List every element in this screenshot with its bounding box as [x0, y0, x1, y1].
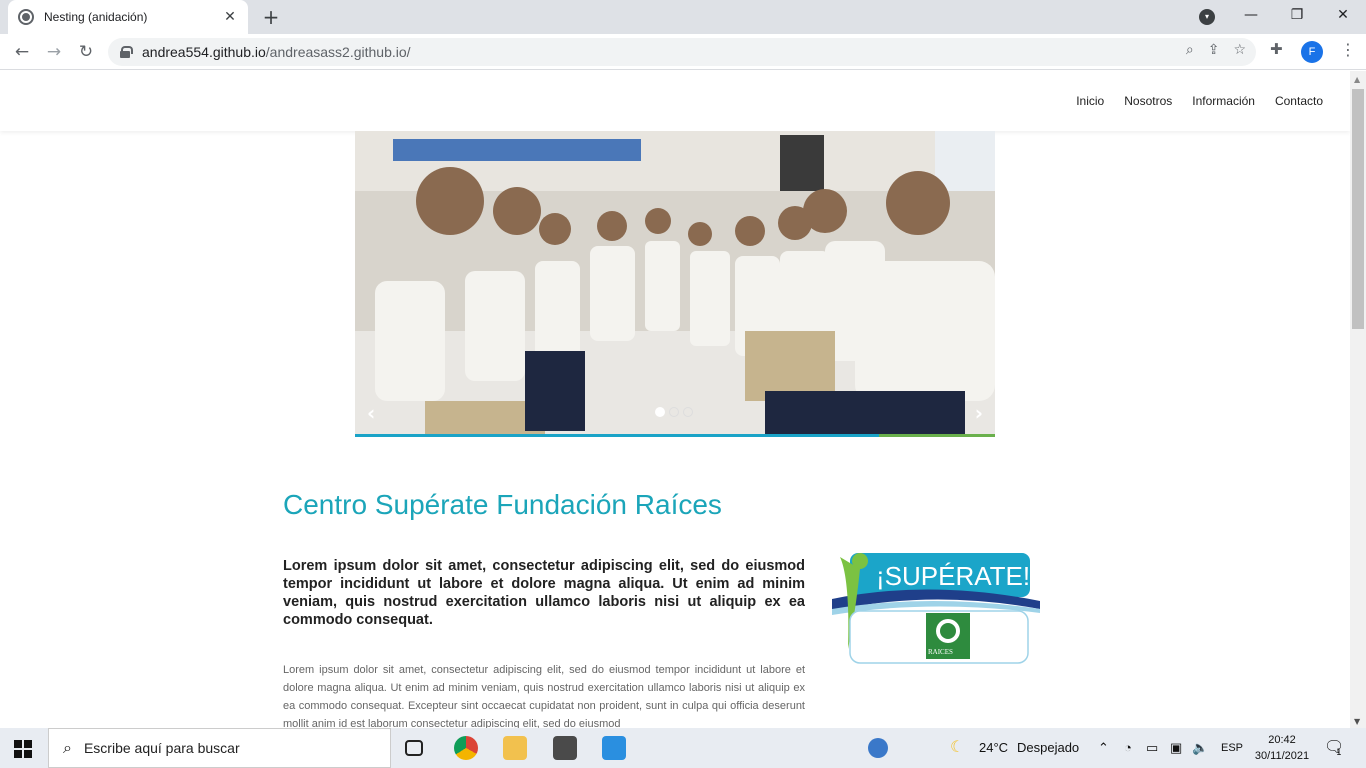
site-navbar: Inicio Nosotros Información Contacto [0, 71, 1350, 131]
meet-icon[interactable]: ▣ [1170, 728, 1182, 768]
vscode-icon[interactable] [602, 736, 626, 760]
weather-temp[interactable]: 24°C [979, 728, 1008, 768]
browser-menu-icon[interactable]: ⋮ [1340, 40, 1356, 59]
body-paragraph: Lorem ipsum dolor sit amet, consectetur … [283, 664, 805, 728]
sublime-text-icon[interactable] [553, 736, 577, 760]
tab-title: Nesting (anidación) [44, 10, 148, 24]
carousel-next-button[interactable]: › [975, 401, 983, 425]
chrome-icon[interactable] [454, 736, 478, 760]
search-icon: ⌕ [63, 738, 72, 757]
moon-weather-icon[interactable]: ☾ [950, 728, 964, 768]
address-bar[interactable]: andrea554.github.io/andreasass2.github.i… [108, 38, 1256, 66]
url-host: andrea554.github.io [142, 44, 266, 60]
browser-tab-strip: Nesting (anidación) ✕ + ▾ — ❐ ✕ [0, 0, 1366, 34]
globe-icon [18, 9, 34, 25]
forward-icon[interactable]: → [42, 40, 66, 64]
network-icon[interactable]: ◔ [1124, 728, 1132, 768]
extensions-puzzle-icon[interactable]: ✚ [1270, 40, 1283, 58]
page-scrollbar[interactable]: ▲ ▼ [1350, 71, 1366, 728]
tray-chevron-icon[interactable]: ⌃ [1098, 728, 1109, 768]
logo-raices: RAICES [928, 648, 953, 656]
volume-icon[interactable]: 🔈 [1192, 728, 1208, 768]
students-photo [355, 131, 995, 437]
page-viewport: Inicio Nosotros Información Contacto ‹ ›… [0, 71, 1350, 728]
close-window-button[interactable]: ✕ [1320, 0, 1366, 30]
tab-close-icon[interactable]: ✕ [222, 9, 238, 25]
page-title: Centro Supérate Fundación Raíces [283, 489, 722, 520]
nav-nosotros[interactable]: Nosotros [1124, 94, 1172, 108]
battery-icon[interactable]: ▭ [1146, 728, 1158, 768]
new-tab-button[interactable]: + [258, 4, 284, 30]
nav-contacto[interactable]: Contacto [1275, 94, 1323, 108]
taskbar-search-box[interactable]: ⌕ Escribe aquí para buscar [48, 728, 391, 768]
language-indicator[interactable]: ESP [1221, 728, 1243, 768]
weather-desc[interactable]: Despejado [1017, 728, 1079, 768]
scroll-thumb[interactable] [1352, 89, 1364, 329]
tab-search-icon[interactable]: ▾ [1199, 9, 1215, 25]
taskbar-search-placeholder: Escribe aquí para buscar [83, 740, 240, 756]
carousel-progress-end [879, 434, 995, 437]
browser-toolbar: ← → ↻ andrea554.github.io/andreasass2.gi… [0, 34, 1366, 70]
clock-time: 20:42 [1268, 734, 1296, 746]
carousel-dot-1[interactable] [655, 407, 665, 417]
share-icon[interactable]: ⇪ [1208, 42, 1220, 58]
browser-tab[interactable]: Nesting (anidación) ✕ [8, 0, 248, 34]
banner-decor [393, 139, 641, 161]
nav-inicio[interactable]: Inicio [1076, 94, 1104, 108]
carousel-prev-button[interactable]: ‹ [367, 401, 375, 425]
nav-informacion[interactable]: Información [1192, 94, 1255, 108]
bookmark-star-icon[interactable]: ☆ [1233, 42, 1246, 58]
taskbar-clock[interactable]: 20:42 30/11/2021 [1252, 732, 1312, 764]
lock-icon[interactable] [120, 46, 133, 58]
restore-button[interactable]: ❐ [1274, 0, 1320, 30]
windows-taskbar: ⌕ Escribe aquí para buscar ☾ 24°C Despej… [0, 728, 1366, 768]
url-path: /andreasass2.github.io/ [265, 44, 411, 60]
carousel-dot-2[interactable] [669, 407, 679, 417]
carousel-dot-3[interactable] [683, 407, 693, 417]
notification-count: 1 [1336, 748, 1342, 758]
image-carousel[interactable]: ‹ › [355, 131, 995, 437]
task-view-icon[interactable] [405, 740, 423, 756]
carousel-indicators [655, 407, 693, 417]
file-explorer-icon[interactable] [503, 736, 527, 760]
logo-wordmark: ¡SUPÉRATE! [876, 561, 1031, 591]
minimize-button[interactable]: — [1228, 0, 1274, 30]
back-icon[interactable]: ← [10, 40, 34, 64]
scroll-up-icon[interactable]: ▲ [1354, 75, 1360, 84]
windows-start-icon[interactable] [14, 740, 32, 758]
scroll-down-icon[interactable]: ▼ [1354, 717, 1360, 726]
lead-paragraph: Lorem ipsum dolor sit amet, consectetur … [283, 558, 805, 628]
profile-avatar[interactable]: F [1301, 41, 1323, 63]
zoom-search-icon[interactable]: ⌕ [1186, 42, 1194, 58]
clock-date: 30/11/2021 [1254, 750, 1310, 762]
help-icon[interactable] [868, 738, 888, 758]
reload-icon[interactable]: ↻ [74, 40, 98, 64]
